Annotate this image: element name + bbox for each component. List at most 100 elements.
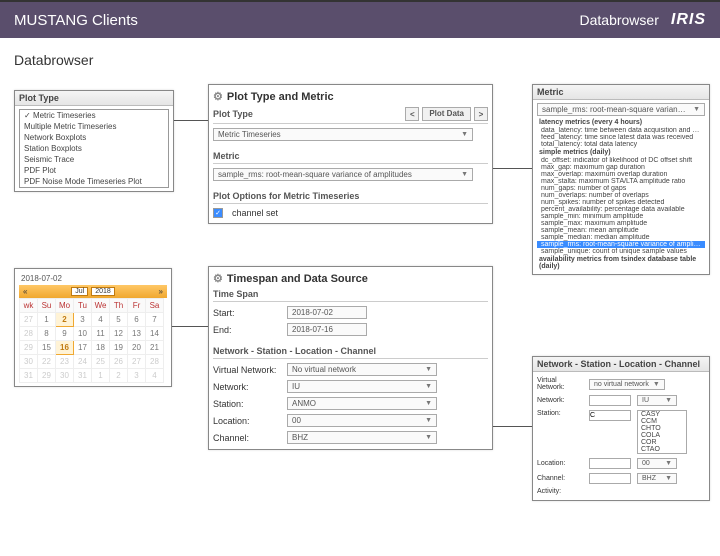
metric-item[interactable]: num_overlaps: number of overlaps xyxy=(537,192,705,199)
cal-day[interactable]: 27 xyxy=(128,355,146,369)
metric-item[interactable]: data_latency: time between data acquisit… xyxy=(537,127,705,134)
metric-item[interactable]: feed_latency: time since latest data was… xyxy=(537,134,705,141)
metric-item[interactable]: max_gap: maximum gap duration xyxy=(537,164,705,171)
metric-list[interactable]: sample_rms: root-mean-square variance of… xyxy=(533,100,709,274)
metric-item[interactable]: num_gaps: number of gaps xyxy=(537,185,705,192)
cal-day[interactable]: 21 xyxy=(146,341,164,355)
cal-day[interactable]: 31 xyxy=(74,369,92,383)
station-listbox[interactable]: CASY CCM CHTO COLA COR CTAO xyxy=(637,410,687,454)
channel-set-checkbox[interactable]: ✓ xyxy=(213,208,223,218)
chevron-down-icon: ▼ xyxy=(425,434,432,441)
cal-day[interactable]: 6 xyxy=(128,313,146,327)
metric-item[interactable]: sample_mean: mean amplitude xyxy=(537,227,705,234)
cal-day[interactable]: 12 xyxy=(110,327,128,341)
cal-day[interactable]: 22 xyxy=(38,355,56,369)
plot-data-button[interactable]: Plot Data xyxy=(422,107,471,121)
cal-next[interactable]: » xyxy=(159,287,163,296)
cal-day[interactable]: 30 xyxy=(56,369,74,383)
metric-item[interactable]: max_stalta: maximum STA/LTA amplitude ra… xyxy=(537,178,705,185)
metric-item[interactable]: total_latency: total data latency xyxy=(537,141,705,148)
plot-type-select[interactable]: Metric Timeseries ▼ xyxy=(213,128,473,141)
metric-group: availability metrics from tsindex databa… xyxy=(537,255,705,271)
list-item[interactable]: CHTO xyxy=(638,425,686,432)
cal-day[interactable]: 1 xyxy=(92,369,110,383)
virtual-network-select[interactable]: No virtual network▼ xyxy=(287,363,437,376)
cal-day[interactable]: 7 xyxy=(146,313,164,327)
cal-day[interactable]: 10 xyxy=(74,327,92,341)
list-item[interactable]: COLA xyxy=(638,432,686,439)
cal-day[interactable]: 23 xyxy=(56,355,74,369)
cal-day[interactable]: 1 xyxy=(38,313,56,327)
metric-item-selected[interactable]: sample_rms: root-mean-square variance of… xyxy=(537,241,705,248)
channel-select[interactable]: BHZ▼ xyxy=(637,473,677,484)
dropdown-option[interactable]: PDF Plot xyxy=(20,165,168,176)
cal-day[interactable]: 3 xyxy=(74,313,92,327)
metric-item[interactable]: max_overlap: maximum overlap duration xyxy=(537,171,705,178)
cal-day[interactable]: 11 xyxy=(92,327,110,341)
cal-day[interactable]: 28 xyxy=(146,355,164,369)
next-button[interactable]: > xyxy=(474,107,488,121)
dropdown-option[interactable]: Seismic Trace xyxy=(20,154,168,165)
channel-select[interactable]: BHZ▼ xyxy=(287,431,437,444)
cal-day[interactable]: 13 xyxy=(128,327,146,341)
cal-day[interactable]: 20 xyxy=(128,341,146,355)
network-input[interactable] xyxy=(589,395,631,406)
end-date-input[interactable]: 2018-07-16 xyxy=(287,323,367,336)
connector-line xyxy=(168,120,208,121)
month-select[interactable]: Jul xyxy=(71,287,88,296)
cal-day[interactable]: 24 xyxy=(74,355,92,369)
metric-item[interactable]: sample_min: minimum amplitude xyxy=(537,213,705,220)
network-select[interactable]: IU▼ xyxy=(287,380,437,393)
metric-item[interactable]: percent_availability: percentage data av… xyxy=(537,206,705,213)
cal-day[interactable]: 25 xyxy=(92,355,110,369)
metric-item[interactable]: num_spikes: number of spikes detected xyxy=(537,199,705,206)
plot-type-dropdown[interactable]: Metric Timeseries Multiple Metric Timese… xyxy=(19,109,169,188)
cal-day[interactable]: 3 xyxy=(128,369,146,383)
timespan-panel: ⚙ Timespan and Data Source Time Span Sta… xyxy=(208,266,493,450)
dropdown-option[interactable]: Station Boxplots xyxy=(20,143,168,154)
location-input[interactable] xyxy=(589,458,631,469)
cal-day[interactable]: 18 xyxy=(92,341,110,355)
metric-item[interactable]: sample_max: maximum amplitude xyxy=(537,220,705,227)
location-select[interactable]: 00▼ xyxy=(287,414,437,427)
cal-day[interactable]: 5 xyxy=(110,313,128,327)
cal-day[interactable]: 14 xyxy=(146,327,164,341)
cal-day[interactable]: 8 xyxy=(38,327,56,341)
dropdown-option[interactable]: Multiple Metric Timeseries xyxy=(20,121,168,132)
cal-day[interactable]: 4 xyxy=(146,369,164,383)
dropdown-option[interactable]: PDF Noise Mode Timeseries Plot xyxy=(20,176,168,187)
panel-body: Metric Timeseries Multiple Metric Timese… xyxy=(15,106,173,191)
cal-day-selected[interactable]: 2 xyxy=(56,313,74,327)
list-item[interactable]: COR xyxy=(638,439,686,446)
channel-input[interactable] xyxy=(589,473,631,484)
dropdown-option[interactable]: Metric Timeseries xyxy=(20,110,168,121)
dropdown-option[interactable]: Network Boxplots xyxy=(20,132,168,143)
metric-combo[interactable]: sample_rms: root-mean-square variance of… xyxy=(537,103,705,116)
cal-day[interactable]: 15 xyxy=(38,341,56,355)
station-select[interactable]: ANMO▼ xyxy=(287,397,437,410)
network-select[interactable]: IU▼ xyxy=(637,395,677,406)
year-select[interactable]: 2018 xyxy=(91,287,115,296)
cal-day-end[interactable]: 16 xyxy=(56,341,74,355)
list-item[interactable]: CCM xyxy=(638,418,686,425)
metric-item[interactable]: sample_median: median amplitude xyxy=(537,234,705,241)
cal-day[interactable]: 29 xyxy=(38,369,56,383)
cal-day[interactable]: 2 xyxy=(110,369,128,383)
cal-day[interactable]: 19 xyxy=(110,341,128,355)
prev-button[interactable]: < xyxy=(405,107,419,121)
cal-day[interactable]: 26 xyxy=(110,355,128,369)
metric-select[interactable]: sample_rms: root-mean-square variance of… xyxy=(213,168,473,181)
vn-select[interactable]: no virtual network▼ xyxy=(589,379,665,390)
cal-day[interactable]: 4 xyxy=(92,313,110,327)
cal-prev[interactable]: « xyxy=(23,287,27,296)
metric-item[interactable]: sample_unique: count of unique sample va… xyxy=(537,248,705,255)
cal-day[interactable]: 9 xyxy=(56,327,74,341)
cal-day[interactable]: 17 xyxy=(74,341,92,355)
metric-item[interactable]: dc_offset: indicator of likelihood of DC… xyxy=(537,157,705,164)
calendar-grid[interactable]: wk Su Mo Tu We Th Fr Sa 271234567 288910… xyxy=(19,298,164,383)
list-item[interactable]: CTAO xyxy=(638,446,686,453)
station-input[interactable] xyxy=(589,410,631,421)
start-date-input[interactable]: 2018-07-02 xyxy=(287,306,367,319)
location-select[interactable]: 00▼ xyxy=(637,458,677,469)
list-item[interactable]: CASY xyxy=(638,411,686,418)
